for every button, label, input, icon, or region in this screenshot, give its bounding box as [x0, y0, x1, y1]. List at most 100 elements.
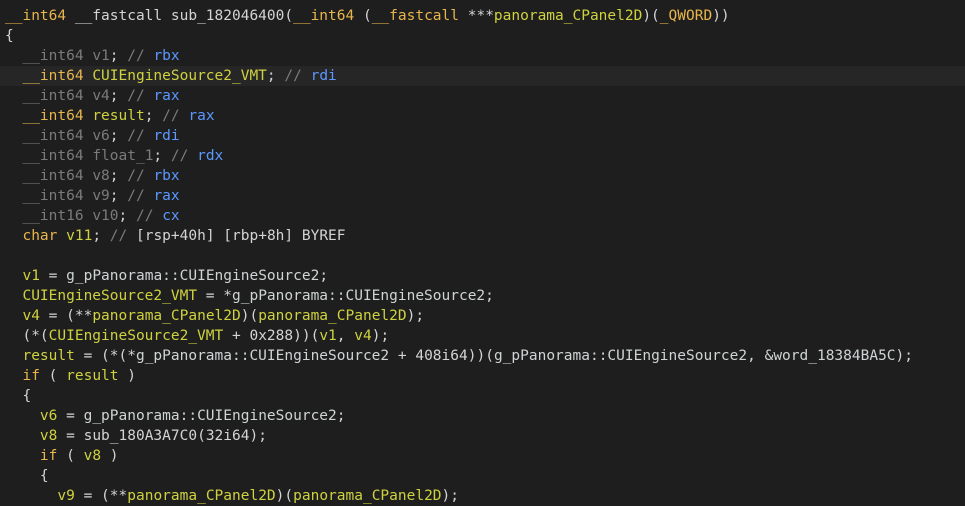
code-line[interactable]: v6 = g_pPanorama::CUIEngineSource2; [0, 406, 965, 426]
code-token: ))( [467, 348, 494, 364]
code-token: , & [747, 348, 774, 364]
pseudocode-view[interactable]: __int64 __fastcall sub_182046400(__int64… [0, 0, 965, 504]
code-line[interactable]: __int64 v8; // rbx [0, 166, 965, 186]
code-token: result [66, 368, 119, 384]
code-token: ; [92, 228, 110, 244]
code-token: v4 [92, 88, 110, 104]
code-line[interactable]: v8 = sub_180A3A7C0(32i64); [0, 426, 965, 446]
code-line[interactable]: __int64 v1; // rbx [0, 46, 965, 66]
code-token: v6 [92, 128, 110, 144]
code-line[interactable]: v9 = (**panorama_CPanel2D)(panorama_CPan… [0, 486, 965, 506]
code-token: // [127, 168, 145, 184]
code-token: v6 [39, 408, 58, 424]
code-token: v8 [83, 448, 102, 464]
code-token: if [22, 368, 40, 384]
code-token: v1 [319, 328, 337, 344]
code-line[interactable]: __int64 v4; // rax [0, 86, 965, 106]
code-token: // [127, 128, 145, 144]
code-line[interactable]: __int64 float_1; // rdx [0, 146, 965, 166]
code-token: panorama_CPanel2D [127, 488, 276, 504]
code-token: ; [153, 148, 171, 164]
code-token: = (*(* [74, 348, 136, 364]
code-line[interactable]: __int16 v10; // cx [0, 206, 965, 226]
code-token: = [39, 268, 67, 284]
code-token: , [336, 328, 355, 344]
code-token: // [127, 88, 145, 104]
code-line[interactable]: { [0, 386, 965, 406]
code-line[interactable]: __int64 v6; // rdi [0, 126, 965, 146]
code-token: ; [109, 188, 128, 204]
code-token: ); [406, 308, 425, 324]
code-token: sub_182046400 [170, 8, 285, 24]
code-line[interactable]: result = (*(*g_pPanorama::CUIEngineSourc… [0, 346, 965, 366]
code-token: // [135, 208, 154, 224]
code-token: ))( [293, 328, 320, 344]
code-token: g_pPanorama::CUIEngineSource2 [83, 408, 337, 424]
code-token: g_pPanorama::CUIEngineSource2 [135, 348, 390, 364]
code-token: __int64 [22, 128, 84, 144]
code-line[interactable]: CUIEngineSource2_VMT = *g_pPanorama::CUI… [0, 286, 965, 306]
code-line[interactable]: char v11; // [rsp+40h] [rbp+8h] BYREF [0, 226, 965, 246]
code-token: *** [459, 8, 494, 24]
code-token: float_1 [92, 148, 154, 164]
code-token: + [223, 328, 250, 344]
code-line[interactable] [0, 246, 965, 266]
code-token: v10 [92, 208, 119, 224]
code-token: )) [712, 8, 730, 24]
code-token: __int64 [22, 148, 84, 164]
code-token: ( [39, 368, 67, 384]
code-line[interactable]: __int64 v9; // rax [0, 186, 965, 206]
code-token: 32i64 [205, 428, 250, 444]
code-line[interactable]: (*(CUIEngineSource2_VMT + 0x288))(v1, v4… [0, 326, 965, 346]
code-token: rbx [153, 168, 180, 184]
code-token: rbx [153, 48, 180, 64]
code-token: = [57, 408, 84, 424]
code-line[interactable]: if ( v8 ) [0, 446, 965, 466]
code-line[interactable]: { [0, 466, 965, 486]
code-token: ; [336, 408, 346, 424]
code-line[interactable]: __int64 result; // rax [0, 106, 965, 126]
code-token: CUIEngineSource2_VMT [48, 328, 224, 344]
code-token: __int64 [5, 8, 67, 24]
code-line[interactable]: { [0, 26, 965, 46]
code-token: ; [118, 208, 136, 224]
code-line[interactable]: if ( result ) [0, 366, 965, 386]
code-token: cx [162, 208, 180, 224]
code-token: // [127, 48, 145, 64]
code-line[interactable]: v1 = g_pPanorama::CUIEngineSource2; [0, 266, 965, 286]
code-token: ; [109, 48, 128, 64]
code-line[interactable]: __int64 CUIEngineSource2_VMT; // rdi [0, 66, 965, 86]
code-token: ) [118, 368, 136, 384]
code-token: ; [485, 288, 494, 304]
code-token: ; [319, 268, 329, 284]
code-token: // [127, 188, 145, 204]
code-token: v1 [92, 48, 110, 64]
code-line[interactable]: __int64 __fastcall sub_182046400(__int64… [0, 6, 965, 26]
code-line[interactable]: v4 = (**panorama_CPanel2D)(panorama_CPan… [0, 306, 965, 326]
code-token: rax [153, 88, 180, 104]
code-token: ) [101, 448, 119, 464]
code-token: rax [188, 108, 215, 124]
code-token: (*( [5, 328, 49, 344]
